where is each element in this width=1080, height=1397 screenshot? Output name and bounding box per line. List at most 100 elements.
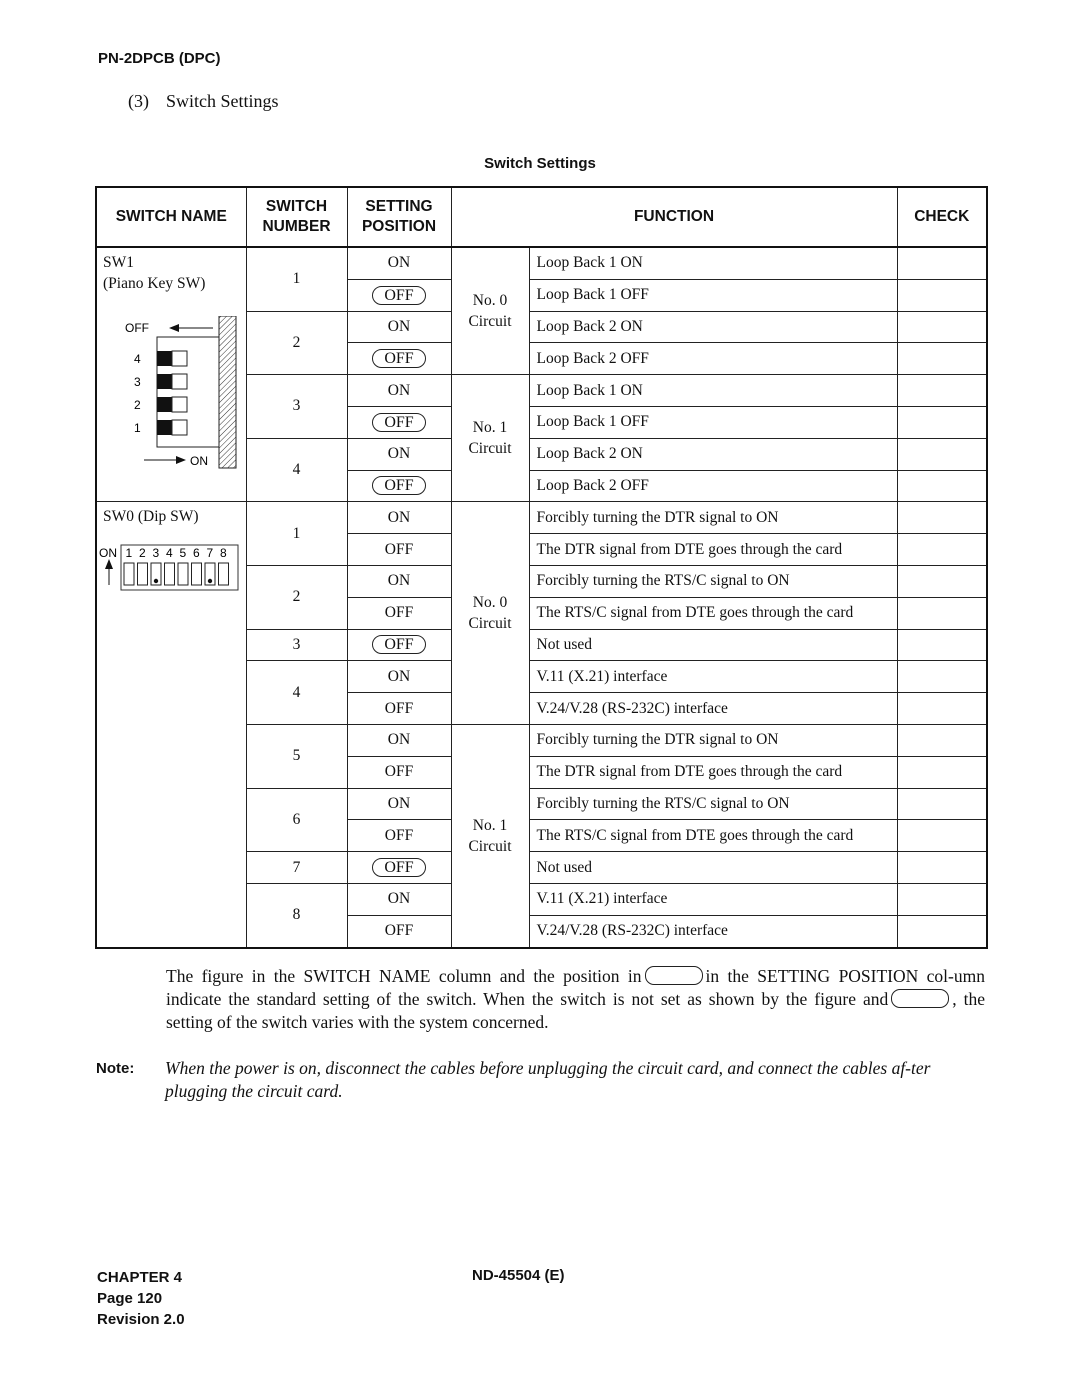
footer-page: Page 120	[97, 1290, 163, 1307]
check-cell[interactable]	[896, 628, 988, 662]
dip-switch-label: 5	[180, 546, 187, 560]
setting-position-cell: ON	[346, 660, 452, 694]
check-cell[interactable]	[896, 278, 988, 312]
switch-number-cell: 4	[245, 660, 348, 725]
col-header-switch-name: SWITCH NAME	[95, 186, 247, 248]
check-cell[interactable]	[896, 723, 988, 757]
check-cell[interactable]	[896, 851, 988, 884]
setting-position-cell: ON	[346, 564, 452, 598]
setting-position-cell: ON	[346, 723, 452, 757]
setting-position-cell: OFF	[346, 533, 452, 566]
off-direction-label: OFF	[125, 321, 149, 335]
function-cell: Loop Back 1 ON	[528, 374, 898, 407]
function-cell: The DTR signal from DTE goes through the…	[528, 755, 898, 789]
standard-position-value: OFF	[372, 476, 426, 496]
key-label: 1	[134, 421, 141, 435]
section-number: (3)	[128, 91, 149, 111]
check-cell[interactable]	[896, 246, 988, 280]
position-value: OFF	[384, 922, 414, 940]
dip-switch-slot	[137, 562, 148, 586]
check-cell[interactable]	[896, 787, 988, 821]
dip-switch-slot	[218, 562, 229, 586]
check-cell[interactable]	[896, 596, 988, 630]
dip-switch-label: 1	[126, 546, 133, 560]
check-cell[interactable]	[896, 501, 988, 535]
position-value: ON	[387, 445, 411, 463]
standard-position-value: OFF	[372, 285, 426, 305]
circuit-number: No. 0	[472, 594, 508, 612]
setting-position-cell: OFF	[346, 469, 452, 503]
check-cell[interactable]	[896, 755, 988, 789]
position-value: ON	[387, 890, 411, 908]
function-cell: V.11 (X.21) interface	[528, 882, 898, 916]
col-header-line: SWITCH	[265, 198, 328, 215]
check-cell[interactable]	[896, 374, 988, 407]
position-value: ON	[387, 381, 411, 399]
check-cell[interactable]	[896, 660, 988, 694]
key-white	[171, 396, 188, 413]
wall-hatch	[218, 315, 237, 469]
circuit-cell: No. 1 Circuit	[450, 723, 530, 949]
dip-switch-slot	[123, 562, 135, 586]
setting-position-cell: OFF	[346, 628, 452, 662]
switch-number-cell: 2	[245, 310, 348, 376]
dip-switch-slot	[191, 562, 202, 586]
check-cell[interactable]	[896, 405, 988, 439]
check-cell[interactable]	[896, 819, 988, 853]
table-row: SW1 (Piano Key SW) OFF 4 3 2 1 ON 1 ON No. 0 Circui…	[95, 246, 988, 503]
key-label: 3	[134, 375, 141, 389]
col-header-switch-number: SWITCH NUMBER	[245, 186, 348, 248]
position-value: ON	[387, 572, 411, 590]
function-cell: The RTS/C signal from DTE goes through t…	[528, 596, 898, 630]
function-cell: Loop Back 1 ON	[528, 246, 898, 280]
standard-position-value: OFF	[372, 635, 426, 655]
function-cell: Not used	[528, 851, 898, 884]
function-cell: Loop Back 1 OFF	[528, 405, 898, 439]
dip-switch-label: 8	[220, 546, 227, 560]
col-header-check: CHECK	[896, 186, 988, 248]
function-cell: Loop Back 2 OFF	[528, 469, 898, 503]
table-caption: Switch Settings	[0, 155, 1080, 172]
setting-position-cell: OFF	[346, 819, 452, 853]
document-header-title: PN-2DPCB (DPC)	[98, 50, 221, 67]
check-cell[interactable]	[896, 437, 988, 471]
dip-switch-knob-icon	[153, 579, 159, 584]
key-white	[171, 373, 188, 390]
setting-position-cell: OFF	[346, 914, 452, 949]
position-value: OFF	[384, 699, 414, 717]
setting-position-cell: ON	[346, 787, 452, 821]
setting-position-cell: OFF	[346, 755, 452, 789]
dip-switch-figure: ON 1 2 3 4 5 6 7 8	[99, 544, 239, 591]
col-header-line: NUMBER	[262, 218, 331, 235]
check-cell[interactable]	[896, 342, 988, 376]
check-cell[interactable]	[896, 310, 988, 344]
check-cell[interactable]	[896, 564, 988, 598]
function-cell: Forcibly turning the RTS/C signal to ON	[528, 787, 898, 821]
function-cell: Loop Back 1 OFF	[528, 278, 898, 312]
check-cell[interactable]	[896, 882, 988, 916]
check-cell[interactable]	[896, 469, 988, 503]
dip-switch-label: 2	[139, 546, 146, 560]
col-header-function: FUNCTION	[450, 186, 898, 248]
check-cell[interactable]	[896, 692, 988, 725]
setting-position-cell: OFF	[346, 596, 452, 630]
dip-switch-slot	[177, 562, 189, 586]
setting-position-cell: ON	[346, 437, 452, 471]
position-value: OFF	[384, 763, 414, 781]
footer-chapter: CHAPTER 4	[97, 1269, 183, 1286]
key-label: 2	[134, 398, 141, 412]
setting-position-cell: OFF	[346, 692, 452, 725]
position-value: ON	[387, 794, 411, 812]
circuit-label: Circuit	[468, 837, 512, 855]
function-cell: The RTS/C signal from DTE goes through t…	[528, 819, 898, 853]
function-cell: V.24/V.28 (RS-232C) interface	[528, 914, 898, 949]
setting-position-cell: ON	[346, 882, 452, 916]
switch-number-cell: 3	[245, 374, 348, 439]
section-title: Switch Settings	[166, 91, 279, 111]
switch-name-cell: SW1 (Piano Key SW) OFF 4 3 2 1 ON	[95, 246, 247, 503]
switch-number-cell: 1	[245, 501, 348, 566]
check-cell[interactable]	[896, 533, 988, 566]
function-cell: Loop Back 2 ON	[528, 310, 898, 344]
check-cell[interactable]	[896, 914, 988, 949]
position-value: OFF	[384, 604, 414, 622]
